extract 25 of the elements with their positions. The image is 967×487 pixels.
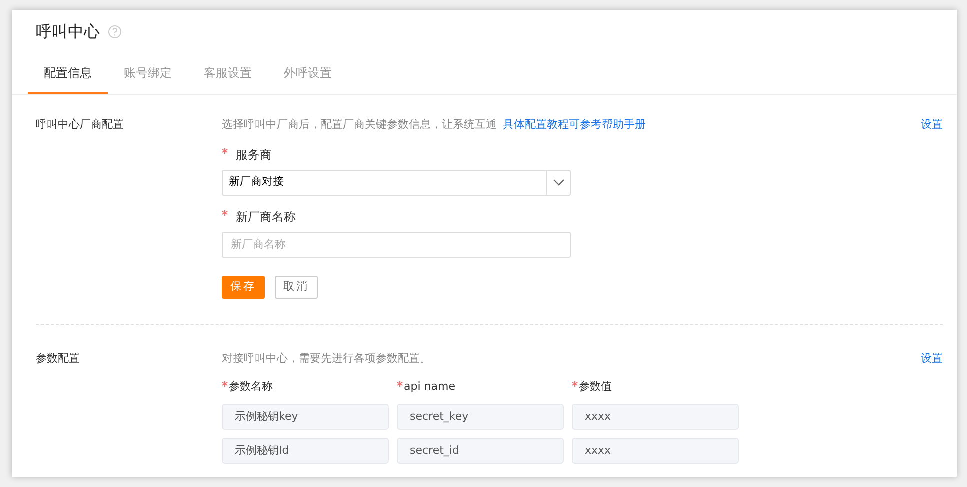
input-field[interactable]: 示例秘钥Id <box>222 438 389 464</box>
input-field[interactable]: xxxx <box>572 404 739 430</box>
input-field[interactable]: 示例秘钥key <box>222 404 389 430</box>
column-header: 参数名称 <box>229 379 273 395</box>
tab[interactable]: 配置信息 <box>28 52 108 94</box>
help-link[interactable]: 具体配置教程可参考帮助手册 <box>503 118 646 131</box>
column-header: 参数值 <box>579 379 612 395</box>
hint-text: 对接呼叫中心，需要先进行各项参数配置。 <box>222 350 432 366</box>
field-label: 新厂商名称 <box>236 208 296 226</box>
settings-link[interactable]: 设置 <box>921 117 943 298</box>
select-field[interactable]: 新厂商对接 <box>222 170 571 196</box>
hint-text: 选择呼叫中厂商后，配置厂商关键参数信息，让系统互通 <box>222 118 497 131</box>
input-field[interactable]: xxxx <box>572 438 739 464</box>
column-header: api name <box>404 379 456 395</box>
cancel-button[interactable]: 取消 <box>275 276 318 298</box>
page-title: 呼叫中心 <box>36 21 100 43</box>
input-field[interactable]: 新厂商名称 <box>222 232 571 258</box>
input-field[interactable]: secret_key <box>397 404 564 430</box>
input-field[interactable]: secret_id <box>397 438 564 464</box>
help-icon[interactable] <box>108 25 122 39</box>
section-label: 呼叫中心厂商配置 <box>36 117 125 133</box>
field-label: 服务商 <box>236 146 272 164</box>
chevron-down-icon <box>552 178 564 186</box>
section-label: 参数配置 <box>36 350 81 366</box>
settings-link[interactable]: 设置 <box>921 350 943 464</box>
